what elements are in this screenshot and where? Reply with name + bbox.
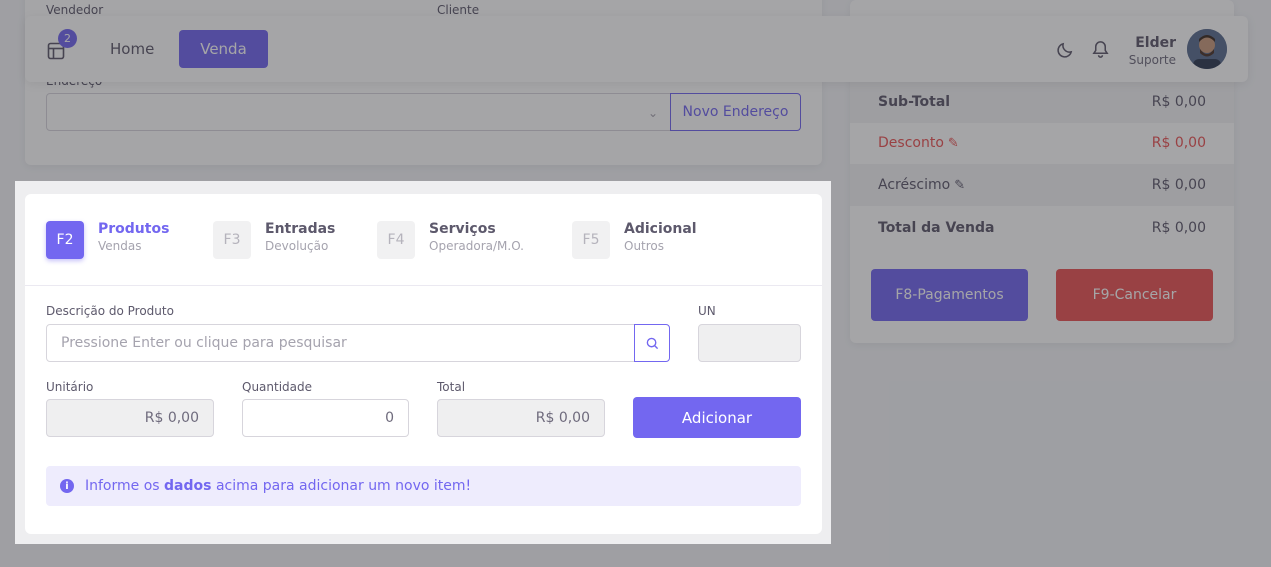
tab-subtitle: Devolução bbox=[265, 239, 329, 253]
info-icon: i bbox=[60, 479, 74, 493]
product-entry-panel: F2 Produtos Vendas F3 Entradas Devolução… bbox=[15, 181, 831, 544]
tab-title: Adicional bbox=[624, 221, 697, 237]
unitario-label: Unitário bbox=[46, 380, 94, 394]
product-search-input[interactable] bbox=[46, 324, 635, 362]
un-field bbox=[698, 324, 801, 362]
alert-prefix: Informe os bbox=[85, 478, 160, 494]
tab-adicional[interactable]: F5 Adicional Outros bbox=[572, 221, 697, 259]
tab-title: Entradas bbox=[265, 221, 336, 237]
tab-subtitle: Outros bbox=[624, 239, 665, 253]
divider bbox=[25, 285, 822, 286]
tab-subtitle: Operadora/M.O. bbox=[429, 239, 524, 253]
quantidade-input[interactable]: 0 bbox=[242, 399, 409, 437]
tab-title: Serviços bbox=[429, 221, 496, 237]
tab-title: Produtos bbox=[98, 221, 170, 237]
alert-bold: dados bbox=[164, 478, 212, 494]
tab-entradas[interactable]: F3 Entradas Devolução bbox=[213, 221, 335, 259]
un-label: UN bbox=[698, 304, 716, 318]
tab-key-f5: F5 bbox=[572, 221, 610, 259]
descricao-label: Descrição do Produto bbox=[46, 304, 174, 318]
total-label: Total bbox=[437, 380, 466, 394]
tab-key-f3: F3 bbox=[213, 221, 251, 259]
quantidade-label: Quantidade bbox=[242, 380, 313, 394]
info-alert: i Informe os dados acima para adicionar … bbox=[46, 466, 801, 506]
tab-subtitle: Vendas bbox=[98, 239, 142, 253]
search-icon bbox=[646, 337, 658, 349]
product-search-button[interactable] bbox=[634, 324, 670, 362]
tab-produtos[interactable]: F2 Produtos Vendas bbox=[46, 221, 169, 259]
tab-servicos[interactable]: F4 Serviços Operadora/M.O. bbox=[377, 221, 524, 259]
product-entry-card: F2 Produtos Vendas F3 Entradas Devolução… bbox=[25, 194, 822, 534]
total-field: R$ 0,00 bbox=[437, 399, 605, 437]
tab-key-f4: F4 bbox=[377, 221, 415, 259]
alert-suffix: acima para adicionar um novo item! bbox=[215, 478, 472, 494]
tab-key-f2: F2 bbox=[46, 221, 84, 259]
add-item-button[interactable]: Adicionar bbox=[633, 397, 801, 438]
alert-text: Informe os dados acima para adicionar um… bbox=[85, 478, 471, 494]
unitario-field: R$ 0,00 bbox=[46, 399, 214, 437]
